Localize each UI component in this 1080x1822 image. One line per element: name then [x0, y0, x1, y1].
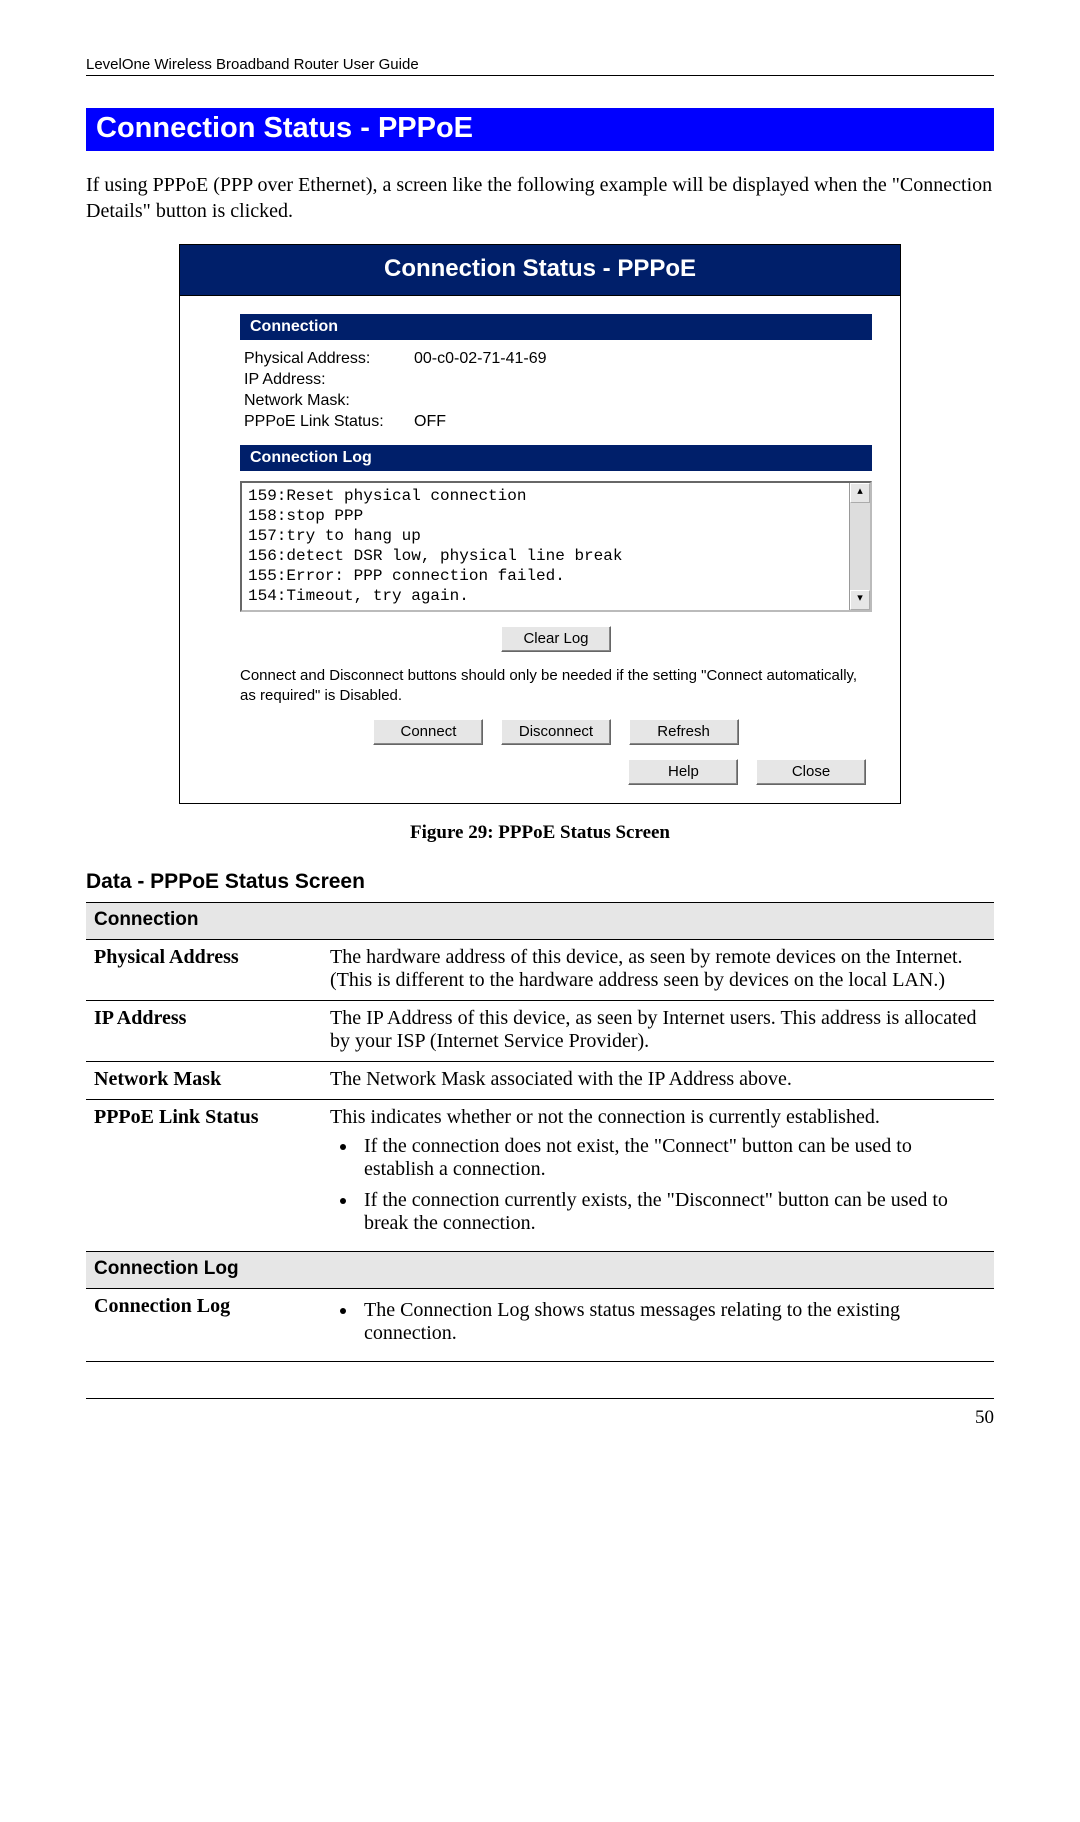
- status-panel: Connection Status - PPPoE Connection Phy…: [179, 244, 901, 804]
- panel-title: Connection Status - PPPoE: [180, 245, 900, 296]
- row-desc-ip: The IP Address of this device, as seen b…: [322, 1001, 994, 1062]
- disconnect-button[interactable]: Disconnect: [501, 719, 611, 745]
- log-scrollbar[interactable]: ▴ ▾: [849, 483, 870, 610]
- data-table: Connection Physical Address The hardware…: [86, 902, 994, 1362]
- connection-subheader: Connection: [240, 314, 872, 340]
- connection-rows: Physical Address: 00-c0-02-71-41-69 IP A…: [244, 350, 872, 431]
- section-title: Connection Status - PPPoE: [86, 108, 994, 151]
- table-section-log: Connection Log: [86, 1252, 994, 1289]
- physical-address-label: Physical Address:: [244, 350, 414, 368]
- row-label-mask: Network Mask: [86, 1062, 322, 1100]
- table-row: Physical Address The hardware address of…: [86, 940, 994, 1001]
- table-row: IP Address The IP Address of this device…: [86, 1001, 994, 1062]
- row-desc-link-text: This indicates whether or not the connec…: [330, 1106, 880, 1128]
- log-subheader: Connection Log: [240, 445, 872, 471]
- network-mask-label: Network Mask:: [244, 392, 414, 410]
- ip-address-label: IP Address:: [244, 371, 414, 389]
- figure-caption: Figure 29: PPPoE Status Screen: [86, 822, 994, 844]
- physical-address-value: 00-c0-02-71-41-69: [414, 350, 547, 368]
- table-row: Network Mask The Network Mask associated…: [86, 1062, 994, 1100]
- table-section-connection: Connection: [86, 903, 994, 940]
- page-number: 50: [975, 1407, 994, 1428]
- connect-button[interactable]: Connect: [373, 719, 483, 745]
- row-desc-physical: The hardware address of this device, as …: [322, 940, 994, 1001]
- refresh-button[interactable]: Refresh: [629, 719, 739, 745]
- page-footer: 50: [86, 1398, 994, 1429]
- help-button[interactable]: Help: [628, 759, 738, 785]
- clear-log-button[interactable]: Clear Log: [501, 626, 611, 652]
- scroll-track[interactable]: [850, 503, 870, 590]
- close-button[interactable]: Close: [756, 759, 866, 785]
- scroll-down-icon[interactable]: ▾: [850, 590, 870, 610]
- connection-log-box[interactable]: 159:Reset physical connection 158:stop P…: [240, 481, 872, 612]
- connection-log-text: 159:Reset physical connection 158:stop P…: [242, 483, 849, 610]
- row-desc-log: The Connection Log shows status messages…: [322, 1289, 994, 1362]
- intro-paragraph: If using PPPoE (PPP over Ethernet), a sc…: [86, 173, 994, 224]
- table-row: PPPoE Link Status This indicates whether…: [86, 1100, 994, 1252]
- log-bullet-1: The Connection Log shows status messages…: [358, 1299, 986, 1345]
- connect-note: Connect and Disconnect buttons should on…: [240, 666, 872, 705]
- row-label-log: Connection Log: [86, 1289, 322, 1362]
- link-bullet-1: If the connection does not exist, the "C…: [358, 1135, 986, 1181]
- data-section-title: Data - PPPoE Status Screen: [86, 870, 994, 894]
- link-status-value: OFF: [414, 413, 446, 431]
- document-header: LevelOne Wireless Broadband Router User …: [86, 56, 994, 76]
- table-row: Connection Log The Connection Log shows …: [86, 1289, 994, 1362]
- row-label-physical: Physical Address: [86, 940, 322, 1001]
- row-desc-mask: The Network Mask associated with the IP …: [322, 1062, 994, 1100]
- row-label-ip: IP Address: [86, 1001, 322, 1062]
- row-desc-link: This indicates whether or not the connec…: [322, 1100, 994, 1252]
- link-status-label: PPPoE Link Status:: [244, 413, 414, 431]
- link-bullet-2: If the connection currently exists, the …: [358, 1189, 986, 1235]
- row-label-link: PPPoE Link Status: [86, 1100, 322, 1252]
- scroll-up-icon[interactable]: ▴: [850, 483, 870, 503]
